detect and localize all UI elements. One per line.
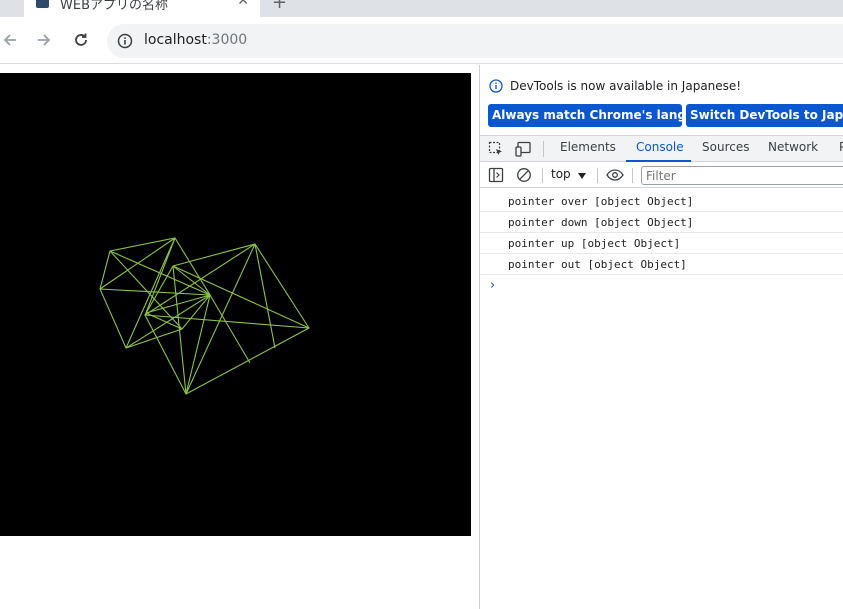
infobar-message: DevTools is now available in Japanese! — [510, 79, 742, 93]
switch-devtools-language-button[interactable]: Switch DevTools to Japanese — [686, 104, 843, 127]
match-chrome-language-button[interactable]: Always match Chrome's language — [488, 104, 719, 127]
console-messages: pointer over [object Object] pointer dow… — [480, 191, 843, 275]
toolbar-divider — [632, 168, 633, 183]
context-selector[interactable]: top — [551, 167, 571, 181]
url-text: localhost:3000 — [144, 32, 247, 48]
back-arrow-icon — [3, 34, 16, 46]
webgl-canvas[interactable] — [0, 73, 471, 536]
tab-strip: WEBアプリの名称 ✕ + — [0, 0, 843, 17]
devtools-panel: DevTools is now available in Japanese! A… — [480, 65, 843, 609]
console-message: pointer up [object Object] — [480, 233, 843, 254]
favicon-icon — [36, 0, 49, 8]
browser-tab[interactable]: WEBアプリの名称 ✕ — [24, 0, 260, 17]
new-tab-button[interactable]: + — [272, 0, 287, 13]
browser-toolbar: localhost:3000 — [0, 17, 843, 64]
info-icon — [489, 79, 503, 93]
device-toolbar-icon[interactable] — [515, 141, 533, 157]
url-port: :3000 — [206, 32, 248, 48]
tab-overflow[interactable]: P — [839, 140, 843, 154]
console-message: pointer out [object Object] — [480, 254, 843, 275]
reload-icon — [75, 33, 87, 46]
console-filter-input[interactable] — [641, 166, 843, 185]
devtools-tabbar: Elements Console Sources Network P — [480, 135, 843, 162]
chevron-down-icon[interactable] — [578, 173, 586, 179]
eye-icon[interactable] — [606, 168, 624, 182]
forward-arrow-icon — [38, 34, 51, 46]
site-info-icon[interactable] — [117, 33, 133, 49]
page-viewport — [0, 65, 479, 609]
toolbar-divider — [542, 168, 543, 183]
address-bar[interactable]: localhost:3000 — [107, 24, 843, 58]
forward-button[interactable] — [33, 29, 55, 51]
console-toolbar: top — [480, 163, 843, 188]
console-message: pointer over [object Object] — [480, 191, 843, 212]
tab-title: WEBアプリの名称 — [60, 0, 168, 13]
wireframe-shape — [99, 237, 310, 395]
toolbar-divider — [543, 141, 544, 157]
url-host: localhost — [144, 32, 207, 48]
language-infobar: DevTools is now available in Japanese! A… — [480, 65, 843, 135]
toolbar-divider — [597, 168, 598, 183]
console-prompt-icon[interactable]: › — [490, 278, 495, 293]
tab-console[interactable]: Console — [636, 140, 684, 154]
tab-sources[interactable]: Sources — [702, 140, 749, 154]
reload-button[interactable] — [70, 29, 92, 51]
console-message: pointer down [object Object] — [480, 212, 843, 233]
tab-elements[interactable]: Elements — [560, 140, 616, 154]
sidebar-toggle-icon[interactable] — [488, 167, 504, 183]
inspect-element-icon[interactable] — [488, 141, 504, 157]
tab-network[interactable]: Network — [768, 140, 818, 154]
tab-close-icon[interactable]: ✕ — [237, 0, 249, 9]
clear-console-icon[interactable] — [516, 167, 532, 183]
active-tab-indicator — [626, 160, 691, 162]
back-button[interactable] — [0, 29, 21, 51]
